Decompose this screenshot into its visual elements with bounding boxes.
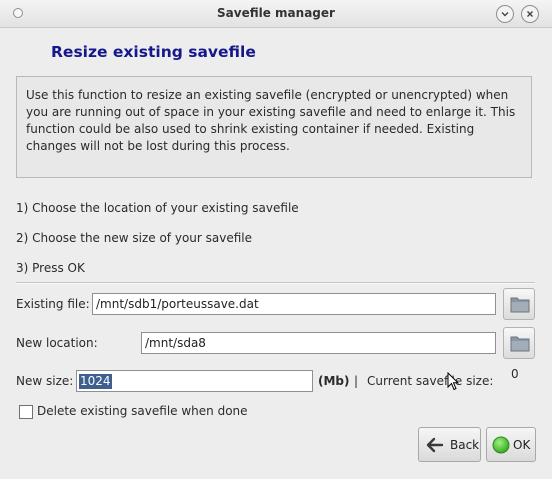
title-bar: Savefile manager [0,0,552,28]
arrow-left-icon [426,437,444,453]
new-location-input[interactable]: /mnt/sda8 [141,332,496,354]
folder-icon [510,297,530,313]
folder-icon [510,336,530,352]
back-button[interactable]: Back [418,427,481,462]
step-3: 3) Press OK [16,261,85,275]
delete-existing-checkbox[interactable] [19,405,33,419]
window-title: Savefile manager [217,6,335,20]
new-location-label: New location: [16,336,98,350]
current-size-value: 0 [511,367,519,381]
new-size-label: New size: [16,374,74,388]
mouse-cursor-icon [447,372,459,391]
chevron-down-icon [501,12,509,17]
close-icon [527,11,533,17]
page-heading: Resize existing savefile [51,43,256,61]
size-unit-label: (Mb) [318,374,350,388]
ok-circle-icon [492,436,510,454]
step-1: 1) Choose the location of your existing … [16,201,299,215]
existing-file-label: Existing file: [16,297,90,311]
close-button[interactable] [521,5,539,23]
new-size-value: 1024 [79,374,112,389]
ok-button-label: OK [513,438,531,452]
separator [16,282,535,284]
delete-existing-label[interactable]: Delete existing savefile when done [37,404,248,418]
minimize-button[interactable] [496,5,514,23]
existing-file-input[interactable]: /mnt/sdb1/porteussave.dat [92,293,496,315]
step-2: 2) Choose the new size of your savefile [16,231,252,245]
back-button-label: Back [450,438,480,452]
description-text: Use this function to resize an existing … [26,88,516,153]
ok-button[interactable]: OK [486,427,536,462]
new-size-input[interactable]: 1024 [76,370,313,392]
current-size-label: Current savefile size: [367,374,494,388]
description-box: Use this function to resize an existing … [16,76,532,178]
browse-new-location-button[interactable] [503,327,535,359]
browse-existing-file-button[interactable] [503,288,535,320]
separator-pipe: | [354,374,359,388]
